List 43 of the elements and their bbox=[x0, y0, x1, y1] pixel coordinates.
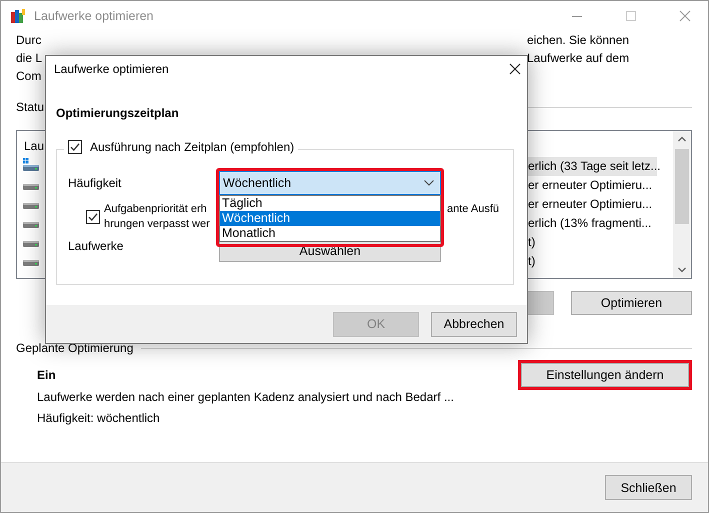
drive-status[interactable]: t) bbox=[527, 252, 657, 271]
window-title: Laufwerke optimieren bbox=[34, 9, 155, 23]
description-text: die L bbox=[16, 50, 42, 67]
description-text: eichen. Sie können bbox=[527, 32, 630, 49]
schedule-description: Laufwerke werden nach einer geplanten Kadenz analysiert und nach Bedarf ... bbox=[36, 389, 455, 406]
dialog-heading: Optimierungszeitplan bbox=[56, 105, 180, 122]
schedule-frequency: Häufigkeit: wöchentlich bbox=[36, 410, 161, 427]
drive-icon bbox=[23, 222, 39, 228]
system-drive-icon bbox=[23, 158, 39, 172]
dialog-button[interactable]: Abbrechen bbox=[431, 312, 517, 336]
checkbox-label[interactable]: hrungen verpasst wer bbox=[104, 217, 210, 232]
drive-status[interactable]: t) bbox=[527, 233, 657, 252]
section-label: Geplante Optimierung bbox=[16, 341, 134, 355]
dialog-title: Laufwerke optimieren bbox=[54, 62, 169, 76]
drive-icon bbox=[23, 184, 39, 190]
close-button[interactable]: Schließen bbox=[605, 475, 692, 500]
dropdown-option[interactable]: Wöchentlich bbox=[220, 211, 440, 226]
drive-icon bbox=[23, 240, 39, 248]
checkbox-label[interactable]: Aufgabenpriorität erh bbox=[104, 202, 207, 217]
checkbox-label[interactable]: ante Ausfü bbox=[447, 202, 499, 217]
description-text: Laufwerke auf dem bbox=[527, 50, 630, 67]
drive-status[interactable]: erlich (33 Tage seit letz... bbox=[527, 157, 657, 176]
optimize-button[interactable]: Optimieren bbox=[571, 291, 692, 315]
field-label: Häufigkeit bbox=[68, 176, 122, 190]
drive-icon bbox=[23, 260, 39, 266]
frequency-dropdown[interactable]: Wöchentlich bbox=[219, 171, 441, 195]
checkbox[interactable] bbox=[68, 140, 82, 154]
defragment-icon bbox=[10, 8, 26, 24]
checkbox[interactable] bbox=[86, 210, 100, 224]
description-text: Durc bbox=[16, 32, 42, 49]
description-text: Com bbox=[16, 68, 42, 85]
drive-icon bbox=[23, 202, 39, 210]
change-settings-button[interactable]: Einstellungen ändern bbox=[521, 363, 689, 387]
drive-status[interactable]: erlich (13% fragmenti... bbox=[527, 214, 657, 233]
close-icon[interactable] bbox=[509, 62, 521, 74]
schedule-state: Ein bbox=[37, 368, 56, 382]
chevron-down-icon bbox=[424, 180, 434, 186]
drive-status[interactable]: er erneuter Optimieru... bbox=[527, 195, 657, 214]
section-label: Statu bbox=[16, 100, 44, 114]
drive-status[interactable]: er erneuter Optimieru... bbox=[527, 176, 657, 195]
scrollbar[interactable] bbox=[673, 131, 691, 278]
list-button[interactable] bbox=[527, 291, 554, 315]
field-label: Laufwerke bbox=[68, 239, 124, 255]
